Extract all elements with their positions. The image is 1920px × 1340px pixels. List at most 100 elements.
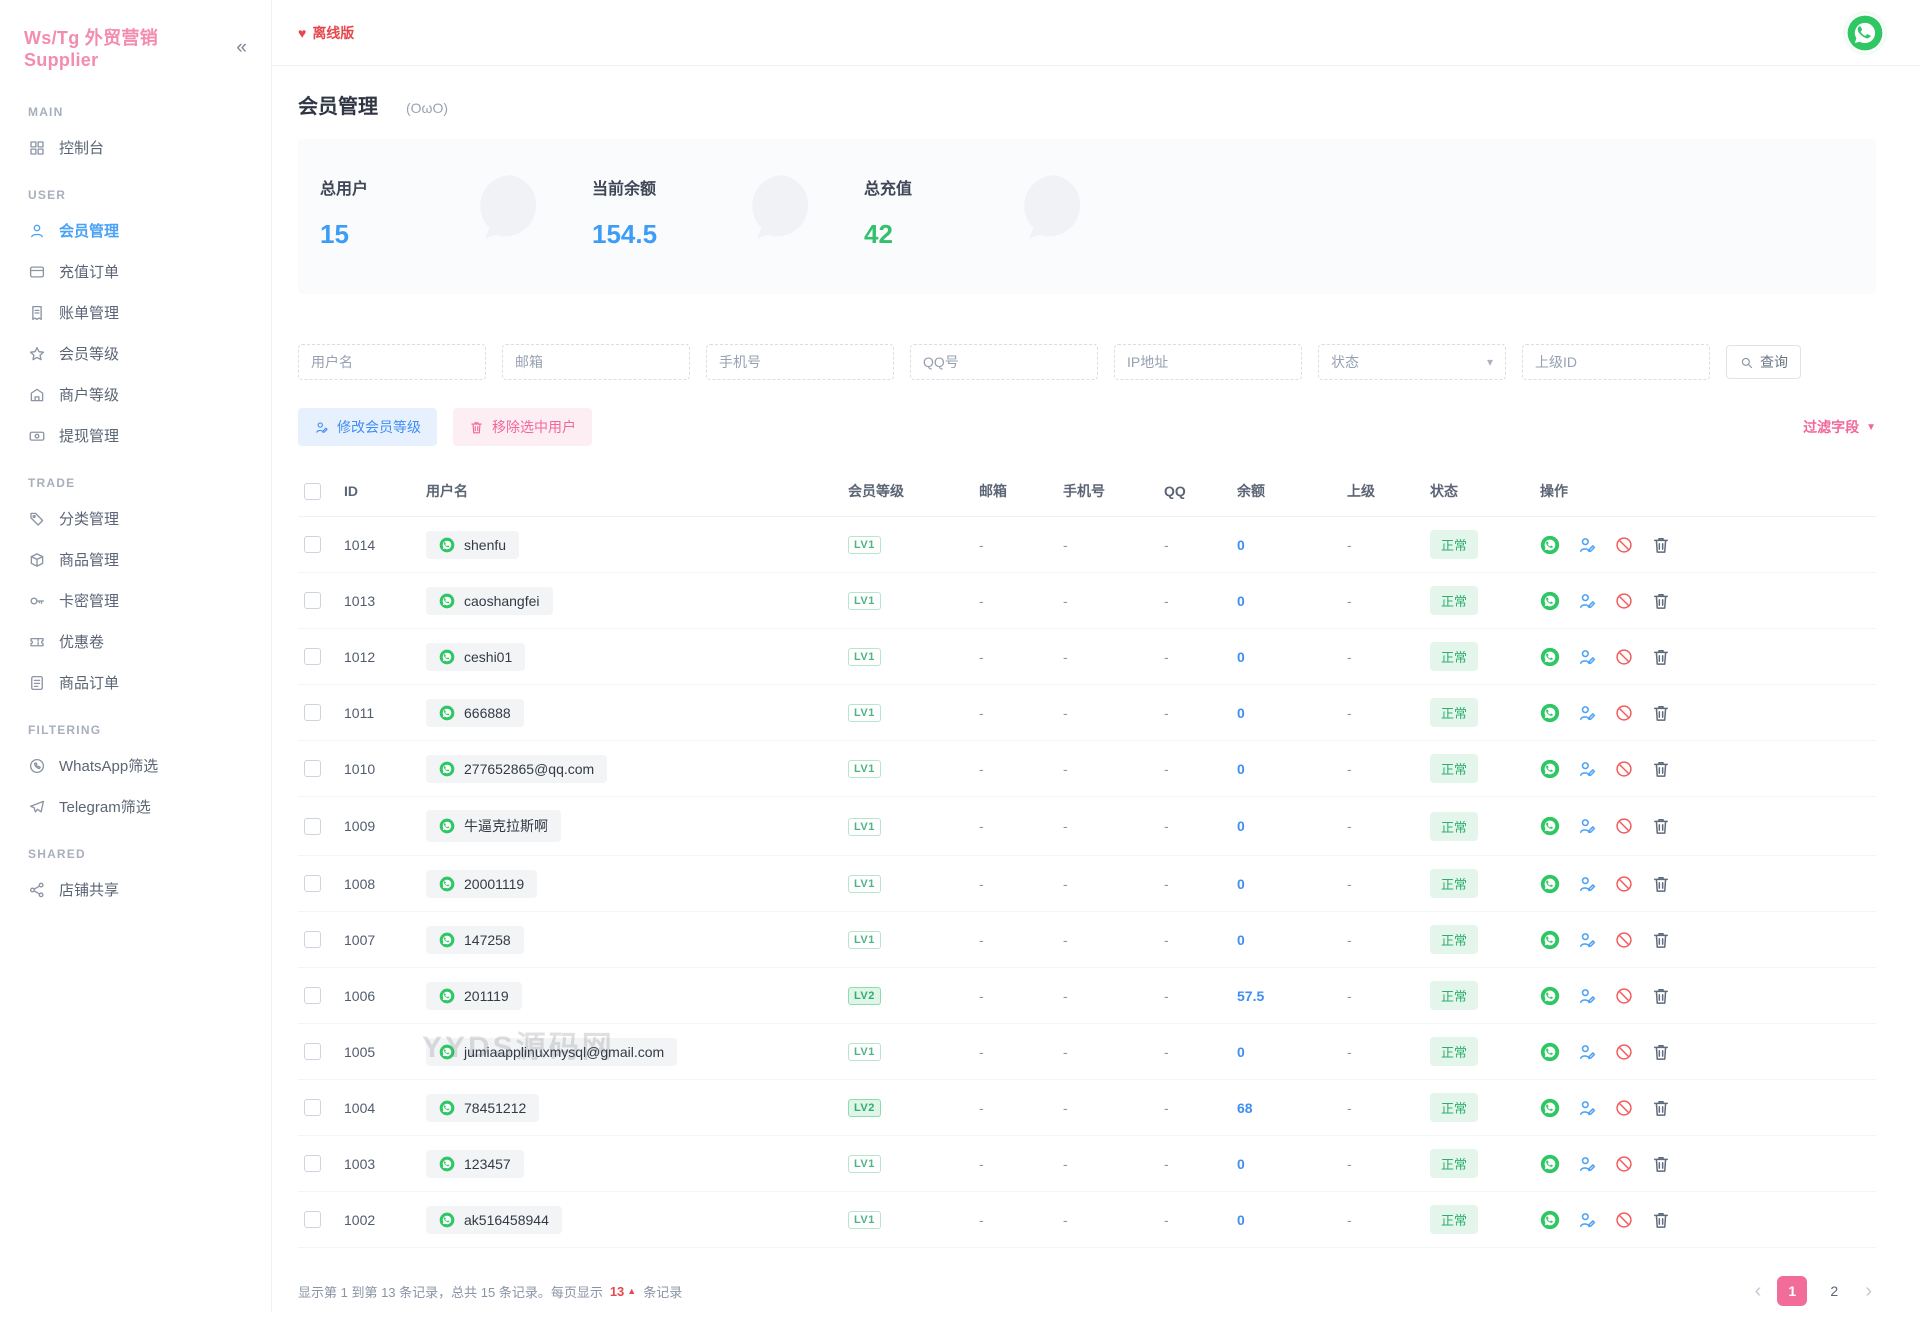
sidebar-item-merchant-level[interactable]: 商户等级 — [0, 374, 271, 415]
ban-user-icon[interactable] — [1614, 1042, 1634, 1062]
whatsapp-action-icon[interactable] — [1540, 1098, 1560, 1118]
row-checkbox[interactable] — [304, 536, 321, 553]
ban-user-icon[interactable] — [1614, 1210, 1634, 1230]
ban-user-icon[interactable] — [1614, 535, 1634, 555]
sidebar-item-product-order[interactable]: 商品订单 — [0, 662, 271, 703]
prev-page-button[interactable]: ‹ — [1751, 1280, 1766, 1303]
sidebar-item-category[interactable]: 分类管理 — [0, 498, 271, 539]
balance-link[interactable]: 0 — [1237, 818, 1245, 834]
delete-user-icon[interactable] — [1651, 703, 1671, 723]
edit-user-icon[interactable] — [1577, 759, 1597, 779]
edit-user-icon[interactable] — [1577, 703, 1597, 723]
delete-user-icon[interactable] — [1651, 1210, 1671, 1230]
username-pill[interactable]: caoshangfei — [426, 587, 553, 615]
row-checkbox[interactable] — [304, 1155, 321, 1172]
username-pill[interactable]: shenfu — [426, 531, 519, 559]
delete-user-icon[interactable] — [1651, 930, 1671, 950]
delete-user-icon[interactable] — [1651, 647, 1671, 667]
edit-user-icon[interactable] — [1577, 874, 1597, 894]
username-pill[interactable]: jumiaapplinuxmysql@gmail.com — [426, 1038, 677, 1066]
whatsapp-action-icon[interactable] — [1540, 759, 1560, 779]
page-button-2[interactable]: 2 — [1819, 1276, 1849, 1306]
row-checkbox[interactable] — [304, 592, 321, 609]
ban-user-icon[interactable] — [1614, 986, 1634, 1006]
balance-link[interactable]: 68 — [1237, 1100, 1253, 1116]
sidebar-item-telegram[interactable]: Telegram筛选 — [0, 786, 271, 827]
row-checkbox[interactable] — [304, 875, 321, 892]
edit-user-icon[interactable] — [1577, 647, 1597, 667]
sidebar-item-whatsapp[interactable]: WhatsApp筛选 — [0, 745, 271, 786]
ban-user-icon[interactable] — [1614, 1154, 1634, 1174]
username-pill[interactable]: ceshi01 — [426, 643, 525, 671]
whatsapp-action-icon[interactable] — [1540, 874, 1560, 894]
ban-user-icon[interactable] — [1614, 930, 1634, 950]
username-pill[interactable]: 123457 — [426, 1150, 524, 1178]
delete-user-icon[interactable] — [1651, 535, 1671, 555]
sidebar-item-coupon[interactable]: 优惠卷 — [0, 621, 271, 662]
balance-link[interactable]: 0 — [1237, 1156, 1245, 1172]
whatsapp-action-icon[interactable] — [1540, 535, 1560, 555]
whatsapp-action-icon[interactable] — [1540, 816, 1560, 836]
page-size-selector[interactable]: 13 ▲ — [610, 1284, 636, 1299]
filter-fields-dropdown[interactable]: 过滤字段 ▼ — [1803, 417, 1876, 437]
whatsapp-action-icon[interactable] — [1540, 1154, 1560, 1174]
ban-user-icon[interactable] — [1614, 703, 1634, 723]
username-pill[interactable]: 201119 — [426, 982, 522, 1010]
delete-user-icon[interactable] — [1651, 1098, 1671, 1118]
delete-user-icon[interactable] — [1651, 874, 1671, 894]
sidebar-item-recharge[interactable]: 充值订单 — [0, 251, 271, 292]
sidebar-collapse-button[interactable]: « — [236, 37, 247, 59]
filter-input-username[interactable] — [298, 344, 486, 380]
row-checkbox[interactable] — [304, 1043, 321, 1060]
edit-user-icon[interactable] — [1577, 535, 1597, 555]
next-page-button[interactable]: › — [1861, 1280, 1876, 1303]
ban-user-icon[interactable] — [1614, 759, 1634, 779]
edit-user-icon[interactable] — [1577, 591, 1597, 611]
edit-user-icon[interactable] — [1577, 1154, 1597, 1174]
row-checkbox[interactable] — [304, 1211, 321, 1228]
balance-link[interactable]: 0 — [1237, 1212, 1245, 1228]
balance-link[interactable]: 0 — [1237, 1044, 1245, 1060]
sidebar-item-dashboard[interactable]: 控制台 — [0, 127, 271, 168]
username-pill[interactable]: 666888 — [426, 699, 524, 727]
sidebar-item-user[interactable]: 会员管理 — [0, 210, 271, 251]
whatsapp-action-icon[interactable] — [1540, 986, 1560, 1006]
sidebar-item-bill[interactable]: 账单管理 — [0, 292, 271, 333]
modify-level-button[interactable]: 修改会员等级 — [298, 408, 437, 446]
ban-user-icon[interactable] — [1614, 874, 1634, 894]
whatsapp-action-icon[interactable] — [1540, 1042, 1560, 1062]
balance-link[interactable]: 0 — [1237, 593, 1245, 609]
whatsapp-action-icon[interactable] — [1540, 703, 1560, 723]
delete-user-icon[interactable] — [1651, 986, 1671, 1006]
row-checkbox[interactable] — [304, 987, 321, 1004]
balance-link[interactable]: 0 — [1237, 876, 1245, 892]
edit-user-icon[interactable] — [1577, 1042, 1597, 1062]
filter-select-status[interactable]: 状态▾ — [1318, 344, 1506, 380]
balance-link[interactable]: 0 — [1237, 932, 1245, 948]
delete-user-icon[interactable] — [1651, 816, 1671, 836]
sidebar-item-card[interactable]: 卡密管理 — [0, 580, 271, 621]
delete-user-icon[interactable] — [1651, 1042, 1671, 1062]
balance-link[interactable]: 57.5 — [1237, 988, 1264, 1004]
username-pill[interactable]: 147258 — [426, 926, 524, 954]
edit-user-icon[interactable] — [1577, 816, 1597, 836]
balance-link[interactable]: 0 — [1237, 537, 1245, 553]
username-pill[interactable]: ak516458944 — [426, 1206, 562, 1234]
whatsapp-action-icon[interactable] — [1540, 930, 1560, 950]
edit-user-icon[interactable] — [1577, 1210, 1597, 1230]
edit-user-icon[interactable] — [1577, 986, 1597, 1006]
filter-input-email[interactable] — [502, 344, 690, 380]
user-avatar[interactable] — [1846, 14, 1884, 52]
filter-input-qq[interactable] — [910, 344, 1098, 380]
balance-link[interactable]: 0 — [1237, 649, 1245, 665]
filter-input-phone[interactable] — [706, 344, 894, 380]
select-all-checkbox[interactable] — [304, 483, 321, 500]
remove-selected-button[interactable]: 移除选中用户 — [453, 408, 592, 446]
balance-link[interactable]: 0 — [1237, 761, 1245, 777]
row-checkbox[interactable] — [304, 1099, 321, 1116]
sidebar-item-product[interactable]: 商品管理 — [0, 539, 271, 580]
ban-user-icon[interactable] — [1614, 816, 1634, 836]
filter-input-parent-id[interactable] — [1522, 344, 1710, 380]
row-checkbox[interactable] — [304, 818, 321, 835]
delete-user-icon[interactable] — [1651, 591, 1671, 611]
